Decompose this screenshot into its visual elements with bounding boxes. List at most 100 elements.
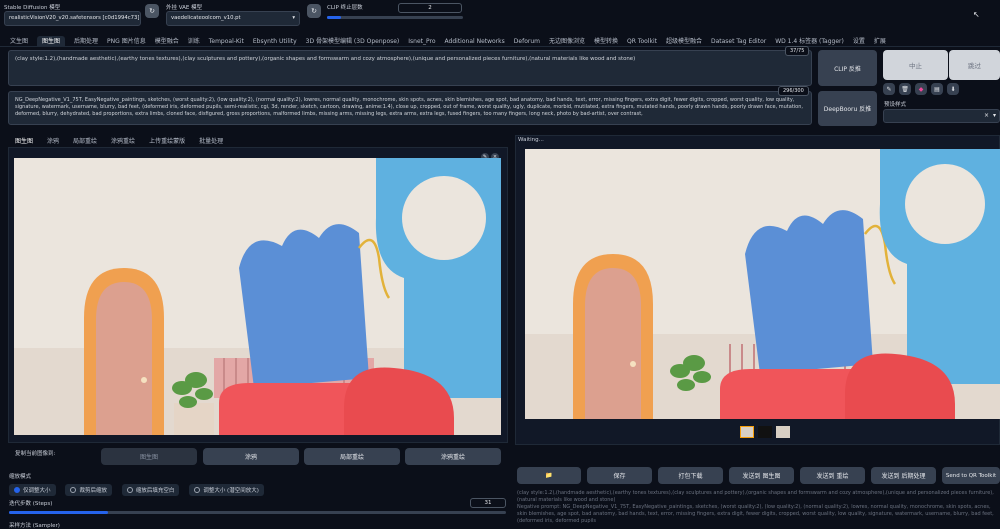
input-image[interactable] xyxy=(14,158,501,435)
resize-option-latent[interactable]: 调整大小 (潜空间放大) xyxy=(189,484,264,496)
send-to-inpaint-button[interactable]: 发送到 重绘 xyxy=(800,467,865,484)
clip-interrogate-button[interactable]: CLIP 反推 xyxy=(818,50,877,86)
style-tool-buttons: ✎ 🗑 ◆ ▤ ⬇ xyxy=(883,83,1000,97)
refresh-vae-button[interactable]: ↻ xyxy=(307,4,321,18)
img2img-tab-1[interactable]: 涂鸦 xyxy=(47,138,59,145)
tab-0[interactable]: 文生图 xyxy=(10,38,28,45)
negative-prompt-text: NG_DeepNegative_V1_75T, EasyNegative_pai… xyxy=(15,97,803,118)
tab-3[interactable]: PNG 图片信息 xyxy=(107,38,146,45)
sd-model-label: Stable Diffusion 模型 xyxy=(4,5,61,11)
generation-info: (clay style:1.2),(handmade aesthetic),(e… xyxy=(517,490,1000,529)
trash-icon[interactable]: 🗑 xyxy=(899,83,911,95)
copy-to-inpaint-sketch-button[interactable]: 涂鸦重绘 xyxy=(405,448,501,465)
divider xyxy=(0,46,1000,47)
copy-to-img2img-button[interactable]: 图生图 xyxy=(101,448,197,465)
thumbnail[interactable] xyxy=(776,426,790,438)
clip-slider-track[interactable] xyxy=(327,16,463,19)
negative-prompt-textarea[interactable]: NG_DeepNegative_V1_75T, EasyNegative_pai… xyxy=(8,91,812,125)
img2img-tab-5[interactable]: 批量处理 xyxy=(199,138,223,145)
steps-slider-track[interactable] xyxy=(9,511,506,514)
send-to-img2img-button[interactable]: 发送到 图生图 xyxy=(729,467,794,484)
tab-8[interactable]: 3D 骨架模型编辑 (3D Openpose) xyxy=(306,38,400,45)
img2img-tab-2[interactable]: 局部重绘 xyxy=(73,138,97,145)
resize-option-just-resize[interactable]: 仅调整大小 xyxy=(9,484,56,496)
clip-slider-fill xyxy=(327,16,341,19)
extra-networks-icon[interactable]: ◆ xyxy=(915,83,927,95)
vae-label: 外挂 VAE 模型 xyxy=(166,5,203,11)
thumbnail[interactable] xyxy=(758,426,772,438)
tab-19[interactable]: 扩展 xyxy=(874,38,886,45)
interrupt-button[interactable]: 中止 xyxy=(883,50,948,80)
refresh-icon: ↻ xyxy=(149,7,155,15)
generation-info-negative: Negative prompt: NG_DeepNegative_V1_75T,… xyxy=(517,504,994,524)
open-folder-button[interactable]: 📁 xyxy=(517,467,581,484)
tab-6[interactable]: Tempoal-Kit xyxy=(209,38,244,45)
save-style-icon[interactable]: ⬇ xyxy=(947,83,959,95)
sd-model-value: realisticVisionV20_v20.safetensors [c0d1… xyxy=(9,15,140,21)
generation-info-prompt: (clay style:1.2),(handmade aesthetic),(e… xyxy=(517,490,994,503)
pencil-icon[interactable]: ✎ xyxy=(883,83,895,95)
clip-label: CLIP 终止层数 xyxy=(327,5,363,11)
output-image[interactable] xyxy=(525,149,1000,419)
resize-option-crop[interactable]: 裁剪后缩放 xyxy=(65,484,112,496)
close-icon[interactable]: × xyxy=(984,112,989,119)
main-tabbar: 文生图 图生图 后期处理 PNG 图片信息 模型融合 训练 Tempoal-Kit Ebsyn… xyxy=(10,36,995,47)
output-image-scene xyxy=(525,149,1000,419)
copy-to-sketch-button[interactable]: 涂鸦 xyxy=(203,448,299,465)
resize-mode-group: 仅调整大小 裁剪后缩放 缩放后填充空白 调整大小 (潜空间放大) xyxy=(9,484,272,496)
steps-label: 迭代步数 (Steps) xyxy=(9,501,53,507)
vae-value: vaedelicateoolcom_v10.pt xyxy=(171,15,241,21)
send-to-extras-button[interactable]: 发送到 后期处理 xyxy=(871,467,936,484)
tab-9[interactable]: Isnet_Pro xyxy=(408,38,435,45)
negative-token-counter: 296/300 xyxy=(778,86,809,96)
progress-status: Waiting... xyxy=(518,137,544,143)
clip-value-input[interactable]: 2 xyxy=(398,3,462,13)
tab-15[interactable]: 超级模型融合 xyxy=(666,38,702,45)
chevron-down-icon: ▾ xyxy=(292,15,295,21)
gallery-thumbnails xyxy=(740,426,790,438)
skip-button[interactable]: 跳过 xyxy=(949,50,1000,80)
style-label: 预设样式 xyxy=(884,102,907,108)
prompt-token-counter: 37/75 xyxy=(785,46,810,56)
steps-slider-fill xyxy=(9,511,109,514)
prompt-text: (clay style:1.2),(handmade aesthetic),(e… xyxy=(15,56,636,62)
sampler-label: 采样方法 (Sampler) xyxy=(9,523,60,529)
img2img-tabbar: 图生图 涂鸦 局部重绘 涂鸦重绘 上传重绘蒙版 批量处理 xyxy=(15,136,237,145)
copy-to-inpaint-button[interactable]: 局部重绘 xyxy=(304,448,400,465)
tab-7[interactable]: Ebsynth Utility xyxy=(253,38,297,45)
resize-mode-label: 缩放模式 xyxy=(9,474,32,480)
zip-download-button[interactable]: 打包下载 xyxy=(658,467,723,484)
tab-18[interactable]: 设置 xyxy=(853,38,865,45)
prompt-textarea[interactable]: (clay style:1.2),(handmade aesthetic),(e… xyxy=(8,50,812,86)
vae-select[interactable]: vaedelicateoolcom_v10.pt ▾ xyxy=(166,11,300,26)
clipboard-icon[interactable]: ▤ xyxy=(931,83,943,95)
chevron-down-icon: ▾ xyxy=(992,112,996,119)
deepbooru-interrogate-button[interactable]: DeepBooru 反推 xyxy=(818,91,877,126)
tab-17[interactable]: WD 1.4 标签器 (Tagger) xyxy=(775,38,844,45)
sd-model-select[interactable]: realisticVisionV20_v20.safetensors [c0d1… xyxy=(4,11,141,26)
save-button[interactable]: 保存 xyxy=(587,467,652,484)
send-to-qr-toolkit-button[interactable]: Send to QR Toolkit xyxy=(942,467,1000,484)
cursor-icon: ↖ xyxy=(973,10,980,19)
tab-14[interactable]: QR Toolkit xyxy=(627,38,657,45)
tab-10[interactable]: Additional Networks xyxy=(445,38,505,45)
tab-4[interactable]: 模型融合 xyxy=(155,38,179,45)
tab-5[interactable]: 训练 xyxy=(188,38,200,45)
img2img-tab-4[interactable]: 上传重绘蒙版 xyxy=(149,138,185,145)
tab-13[interactable]: 模型转换 xyxy=(594,38,618,45)
tab-11[interactable]: Deforum xyxy=(514,38,540,45)
steps-input[interactable]: 31 xyxy=(470,498,506,508)
tab-2[interactable]: 后期处理 xyxy=(74,38,98,45)
style-select[interactable]: × ▾ xyxy=(883,109,1000,123)
input-image-scene xyxy=(14,158,501,435)
img2img-tab-0[interactable]: 图生图 xyxy=(15,138,33,145)
output-actions: 📁 保存 打包下载 发送到 图生图 发送到 重绘 发送到 后期处理 Send t… xyxy=(517,467,1000,484)
refresh-model-button[interactable]: ↻ xyxy=(145,4,159,18)
copy-to-label: 复制当前图像到: xyxy=(15,451,56,457)
thumbnail[interactable] xyxy=(740,426,754,438)
tab-12[interactable]: 无边图像浏览 xyxy=(549,38,585,45)
folder-icon: 📁 xyxy=(545,472,553,479)
resize-option-fill[interactable]: 缩放后填充空白 xyxy=(121,484,180,496)
tab-16[interactable]: Dataset Tag Editor xyxy=(711,38,766,45)
img2img-tab-3[interactable]: 涂鸦重绘 xyxy=(111,138,135,145)
